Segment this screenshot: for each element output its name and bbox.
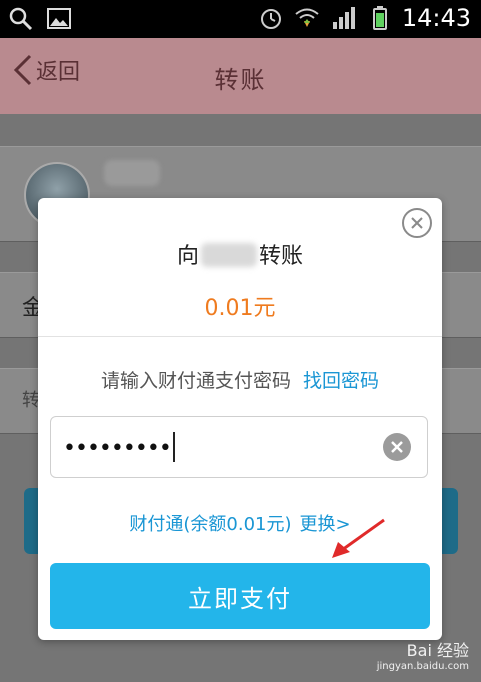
watermark-logo: Bai 经验 bbox=[406, 641, 469, 660]
text-caret bbox=[172, 432, 175, 462]
password-input[interactable]: ••••••••• bbox=[50, 416, 428, 478]
transfer-amount: 0.01元 bbox=[204, 296, 276, 321]
search-icon bbox=[9, 7, 33, 31]
status-time: 14:43 bbox=[401, 4, 471, 32]
recipient-suffix: 转账 bbox=[259, 244, 304, 269]
pay-now-button[interactable]: 立即支付 bbox=[50, 563, 430, 629]
close-button[interactable] bbox=[402, 208, 432, 238]
payment-method: 财付通(余额0.01元) bbox=[129, 514, 292, 535]
status-bar-left bbox=[8, 6, 72, 32]
close-icon bbox=[411, 217, 423, 229]
divider bbox=[38, 336, 442, 337]
forgot-password-link[interactable]: 找回密码 bbox=[303, 370, 379, 392]
recipient-prefix: 向 bbox=[176, 244, 199, 269]
payment-dialog: 向 转账 0.01元 请输入财付通支付密码 找回密码 ••••••••• 财付通(余… bbox=[38, 198, 442, 640]
battery-icon bbox=[372, 6, 387, 30]
recipient-line: 向 转账 bbox=[38, 238, 442, 270]
top-bar: 返回 转账 bbox=[0, 38, 481, 114]
password-prompt: 请输入财付通支付密码 bbox=[100, 370, 291, 392]
status-bar: 14:43 bbox=[0, 0, 481, 38]
page-title: 转账 bbox=[214, 66, 267, 94]
signal-icon bbox=[332, 7, 355, 29]
alarm-icon bbox=[260, 9, 281, 29]
password-prompt-row: 请输入财付通支付密码 找回密码 bbox=[38, 366, 442, 393]
gallery-icon bbox=[47, 8, 71, 29]
password-mask: ••••••••• bbox=[63, 436, 172, 461]
wifi-icon bbox=[295, 8, 319, 27]
annotation-arrow-icon bbox=[332, 518, 385, 558]
recipient-masked bbox=[201, 243, 257, 267]
clear-input-button[interactable] bbox=[383, 433, 411, 461]
clear-icon bbox=[391, 441, 403, 453]
status-bar-right: 14:43 bbox=[258, 4, 471, 32]
watermark: Bai 经验 jingyan.baidu.com bbox=[377, 637, 469, 672]
recipient-name-masked bbox=[104, 160, 160, 186]
password-value: ••••••••• bbox=[63, 432, 175, 463]
watermark-url: jingyan.baidu.com bbox=[376, 661, 469, 672]
